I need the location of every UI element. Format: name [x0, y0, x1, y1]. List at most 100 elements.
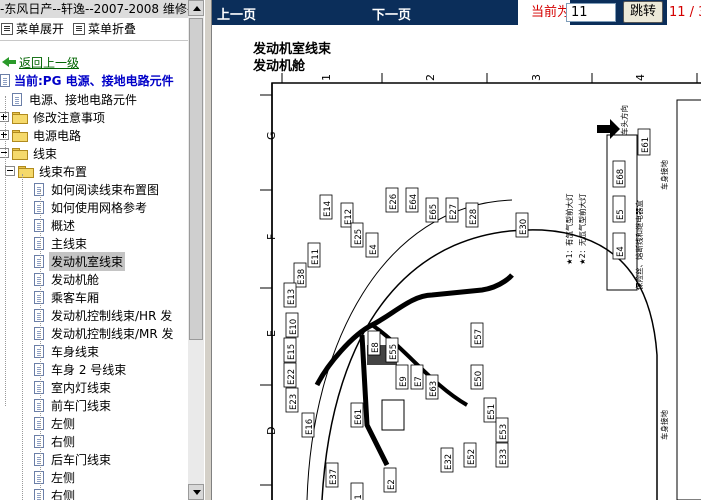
menu-separator: [0, 40, 188, 41]
document-icon: [34, 344, 44, 358]
tree-item-label: 电源、接地电路元件: [29, 92, 138, 107]
ground-label: 车身接地: [659, 410, 669, 440]
tree-item[interactable]: 修改注意事项: [0, 108, 107, 126]
tree-item[interactable]: 乘客车厢: [34, 288, 101, 306]
tree-item-label: 线束布置: [39, 164, 88, 179]
tree-item-label: 左侧: [51, 416, 76, 431]
document-icon: [34, 290, 44, 304]
next-page-button[interactable]: 下一页: [372, 4, 411, 23]
connector-label: E33: [499, 449, 509, 465]
tree-item-label: 后车门线束: [51, 452, 112, 467]
connector-label: E61: [354, 409, 364, 425]
tree-item-label: 乘客车厢: [51, 290, 100, 305]
scroll-thumb[interactable]: [189, 18, 203, 340]
tree-item[interactable]: 发动机舱: [34, 270, 101, 288]
document-icon: [34, 308, 44, 322]
tree-item[interactable]: 车身 2 号线束: [34, 360, 128, 378]
tree-item[interactable]: 发动机控制线束/MR 发: [34, 324, 176, 342]
connector-label: E9: [399, 376, 409, 387]
direction-arrow-icon: [597, 119, 620, 139]
pane-splitter[interactable]: [204, 0, 212, 500]
menu-expand-icon: [1, 23, 13, 35]
connector-label: E10: [289, 319, 299, 335]
menu-bar: 菜单展开 菜单折叠: [0, 18, 188, 40]
document-icon: [34, 272, 44, 286]
tree-scrollbar[interactable]: [188, 0, 204, 500]
tree-item-label: 前车门线束: [51, 398, 112, 413]
tree-item[interactable]: 后车门线束: [34, 450, 113, 468]
legend-note: ★2：无氙气型前大灯: [577, 193, 587, 265]
tree-item[interactable]: 电源、接地电路元件: [12, 90, 139, 108]
connector-label: E11: [311, 249, 321, 265]
grid-row-letter: G: [265, 131, 278, 140]
tree-item[interactable]: 电源电路: [0, 126, 83, 144]
document-icon: [34, 380, 44, 394]
connector-label: E8: [371, 342, 381, 353]
ground-label: 车身接地: [659, 160, 669, 190]
tree-item-label: 右侧: [51, 434, 76, 449]
legend-connector-label: E5: [616, 209, 626, 220]
menu-collapse-icon: [73, 23, 85, 35]
tree-item[interactable]: 前车门线束: [34, 396, 113, 414]
connector-label: E38: [297, 269, 307, 285]
tree-item[interactable]: 发动机室线束: [34, 251, 126, 271]
connector-label: E28: [469, 209, 479, 225]
scroll-up-button[interactable]: [188, 0, 204, 16]
expand-menu-button[interactable]: 菜单展开: [1, 18, 64, 40]
legend-connector-label: E61: [641, 137, 651, 153]
inner-body-outline: [306, 199, 513, 500]
connector-label: E23: [289, 394, 299, 410]
tree-item-label: 发动机室线束: [49, 251, 126, 271]
tree-item[interactable]: 线束布置: [5, 162, 89, 180]
content-pane: 上一页 下一页 当前为 跳转 11 / 3 1 2 3 4 G F E D E14 E12E25 E…: [212, 0, 701, 500]
tree-item-label: 电源电路: [33, 128, 82, 143]
grid-row-letter: D: [265, 427, 278, 435]
tree-item-label: 发动机控制线束/HR 发: [51, 308, 173, 323]
fuse-block: [381, 399, 405, 431]
connector-label: E52: [467, 449, 477, 465]
tree-item[interactable]: 如何阅读线束布置图: [34, 180, 161, 198]
tree-item[interactable]: 发动机控制线束/HR 发: [34, 306, 174, 324]
collapse-menu-button[interactable]: 菜单折叠: [73, 18, 136, 40]
connector-label: E15: [287, 344, 297, 360]
connector-label: E50: [474, 371, 484, 387]
window-title: -东风日产--轩逸--2007-2008 维修手册: [0, 0, 188, 18]
document-icon: [12, 92, 22, 106]
tree-item[interactable]: 室内灯线束: [34, 378, 113, 396]
connector-label: E1: [354, 494, 364, 500]
collapse-icon[interactable]: [5, 166, 15, 176]
tree-item[interactable]: 车身线束: [34, 342, 101, 360]
tree-connector-line: [5, 96, 6, 406]
connector-label: E16: [305, 419, 315, 435]
diagram-labels: 1 2 3 4 G F E D E14 E12E25 E4 E26 E64 E65 E27 E28 E30 E11…: [265, 74, 669, 500]
tree-item-label: 如何阅读线束布置图: [51, 182, 160, 197]
page-number-input[interactable]: [566, 3, 616, 22]
folder-icon: [12, 147, 28, 160]
collapse-menu-label: 菜单折叠: [88, 22, 137, 36]
previous-page-button[interactable]: 上一页: [217, 4, 256, 23]
connector-label: E57: [474, 329, 484, 345]
tree-item[interactable]: 如何使用网格参考: [34, 198, 149, 216]
document-icon: [34, 470, 44, 484]
tree-item-label: 发动机控制线束/MR 发: [51, 326, 174, 341]
tree-item[interactable]: 线束: [0, 144, 59, 162]
tree-item-label: 车身 2 号线束: [51, 362, 127, 377]
jump-button[interactable]: 跳转: [623, 1, 663, 23]
document-icon: [34, 362, 44, 376]
grid-column-number: 3: [530, 74, 543, 81]
document-icon: [34, 416, 44, 430]
folder-icon: [18, 165, 34, 178]
scroll-down-button[interactable]: [188, 484, 204, 500]
navigation-pane: -东风日产--轩逸--2007-2008 维修手册 菜单展开 菜单折叠 返回上一…: [0, 0, 188, 500]
tree-item[interactable]: 主线束: [34, 234, 89, 252]
document-icon: [34, 218, 44, 232]
back-link[interactable]: 返回上一级: [2, 54, 79, 70]
connector-label: E30: [519, 219, 529, 235]
tree-item-label: 主线束: [51, 236, 88, 251]
connector-label: E4: [369, 244, 379, 255]
grid-column-number: 4: [634, 74, 647, 81]
legend-connector-label: E4: [616, 246, 626, 257]
grid-column-number: 1: [320, 74, 333, 81]
connector-label: E14: [323, 201, 333, 217]
current-page-label: 当前为: [518, 0, 570, 25]
